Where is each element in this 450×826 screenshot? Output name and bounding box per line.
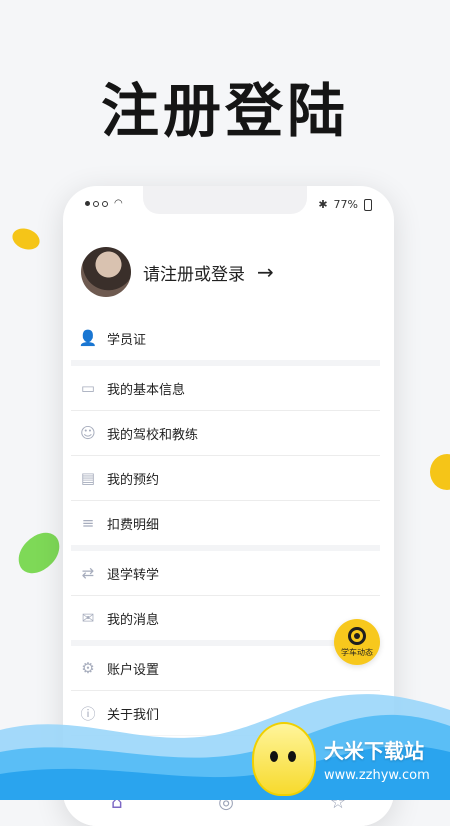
watermark-url: www.zzhyw.com	[324, 768, 430, 783]
compass-nav-icon[interactable]: ◎	[218, 792, 234, 813]
menu-item-school-coach[interactable]: ☺ 我的驾校和教练	[71, 411, 380, 456]
steering-wheel-icon	[348, 626, 366, 645]
menu-item-student-card[interactable]: 👤 学员证	[71, 316, 380, 360]
decorative-yellow-blob-left	[9, 224, 43, 254]
menu-item-appointment[interactable]: ▤ 我的预约	[71, 456, 380, 501]
menu-item-label: 我的消息	[107, 612, 160, 628]
coach-icon: ☺	[80, 424, 96, 442]
transfer-icon: ⇄	[81, 564, 95, 582]
avatar	[81, 247, 131, 297]
profile-login-label: 请注册或登录	[143, 264, 245, 285]
menu-item-label: 扣费明细	[107, 517, 160, 533]
billing-icon: ≡	[81, 514, 95, 532]
bluetooth-icon: ✱	[318, 198, 328, 211]
battery-text: 77%	[333, 198, 358, 211]
battery-icon	[364, 198, 372, 211]
signal-indicator: ◠	[85, 198, 123, 209]
watermark-name: 大米下载站	[324, 739, 424, 763]
decorative-yellow-blob-right	[430, 454, 450, 490]
menu-item-label: 学员证	[107, 332, 147, 348]
fab-label: 学车动态	[341, 647, 373, 657]
menu-item-label: 关于我们	[107, 707, 160, 723]
menu-item-label: 我的驾校和教练	[107, 427, 199, 443]
signal-dot-icon	[85, 201, 90, 206]
page-title: 注册登陆	[100, 77, 349, 145]
appointment-icon: ▤	[80, 469, 96, 487]
user-icon: 👤	[78, 329, 98, 347]
id-card-icon: ▭	[80, 379, 96, 397]
menu-item-settings[interactable]: ⚙ 账户设置	[71, 646, 380, 691]
watermark-text: 大米下载站 www.zzhyw.com	[324, 735, 430, 783]
menu-item-label: 我的基本信息	[107, 382, 186, 398]
watermark-brand: 大米下载站 www.zzhyw.com	[252, 722, 442, 796]
menu-item-basic-info[interactable]: ▭ 我的基本信息	[71, 366, 380, 411]
menu-item-label: 退学转学	[107, 567, 160, 583]
menu-list: 👤 学员证 ▭ 我的基本信息 ☺ 我的驾校和教练 ▤ 我的预约 ≡ 扣费明细 ⇄…	[71, 316, 380, 735]
status-bar: ◠ ✱ 77%	[63, 198, 394, 214]
menu-item-label: 我的预约	[107, 472, 160, 488]
menu-section-student-card: 👤 学员证	[71, 316, 380, 360]
signal-dot-icon	[93, 200, 99, 207]
menu-item-transfer[interactable]: ⇄ 退学转学	[71, 551, 380, 596]
menu-item-messages[interactable]: ✉ 我的消息	[71, 596, 380, 640]
menu-item-billing[interactable]: ≡ 扣费明细	[71, 501, 380, 545]
wifi-icon: ◠	[114, 198, 123, 209]
mascot-icon	[252, 722, 316, 796]
status-right: ✱ 77%	[318, 198, 372, 211]
settings-icon: ⚙	[81, 659, 95, 677]
learning-updates-fab[interactable]: 学车动态	[334, 619, 380, 665]
decorative-green-leaf	[10, 526, 68, 580]
menu-section-info: ▭ 我的基本信息 ☺ 我的驾校和教练 ▤ 我的预约 ≡ 扣费明细	[71, 366, 380, 545]
signal-dot-icon	[102, 200, 108, 207]
menu-section-messages: ⇄ 退学转学 ✉ 我的消息	[71, 551, 380, 640]
message-icon: ✉	[81, 609, 95, 627]
menu-item-label: 账户设置	[107, 662, 160, 678]
home-nav-icon[interactable]: ⌂	[111, 792, 122, 813]
info-icon: ⓘ	[80, 704, 96, 723]
profile-login-row[interactable]: 请注册或登录 →	[81, 244, 378, 300]
arrow-right-icon: →	[257, 260, 274, 284]
